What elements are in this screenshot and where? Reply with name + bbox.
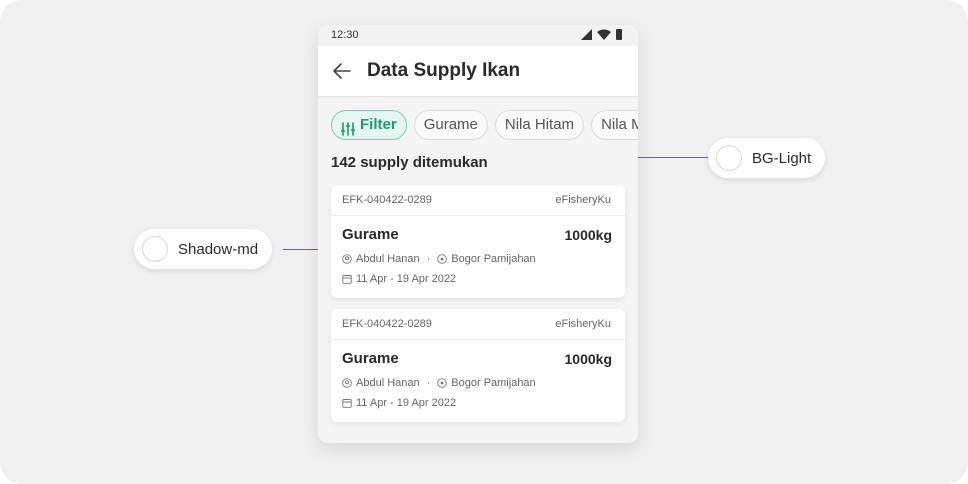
chip-gurame[interactable]: Gurame [413, 110, 488, 140]
battery-icon [616, 29, 622, 40]
filter-chips: Filter Gurame Nila Hitam Nila M [331, 110, 638, 140]
wifi-icon [597, 29, 611, 40]
supply-card[interactable]: EFK-040422-0289 eFisheryKu Gurame 1000kg… [331, 185, 625, 298]
card-header: EFK-040422-0289 eFisheryKu [331, 309, 625, 340]
back-arrow-icon[interactable] [332, 62, 352, 80]
phone-screen: 12:30 Data Supply Ikan Filter Gurame Nil… [318, 25, 638, 443]
fish-weight: 1000kg [564, 227, 612, 243]
location: Bogor Pamijahan [451, 377, 536, 389]
calendar-icon [342, 274, 352, 284]
status-time: 12:30 [331, 29, 359, 41]
farmer-name: Abdul Hanan [356, 253, 420, 265]
annotation-shadow-md: Shadow-md [134, 229, 273, 269]
fish-weight: 1000kg [564, 351, 612, 367]
chip-label: Nila M [601, 116, 638, 133]
chip-nila-hitam[interactable]: Nila Hitam [494, 110, 585, 140]
location-pin-icon [437, 254, 448, 264]
swatch-circle [142, 236, 168, 262]
annotation-label: BG-Light [752, 149, 812, 167]
supply-source: eFisheryKu [555, 318, 611, 330]
fish-name: Gurame [342, 226, 399, 243]
separator-dot: · [426, 377, 431, 389]
filter-sliders-icon [340, 118, 356, 136]
supply-card[interactable]: EFK-040422-0289 eFisheryKu Gurame 1000kg… [331, 309, 625, 422]
chip-label: Filter [360, 116, 397, 133]
farmer-name: Abdul Hanan [356, 377, 420, 389]
date-range: 11 Apr - 19 Apr 2022 [356, 397, 457, 409]
status-bar: 12:30 [318, 25, 638, 46]
annotation-bg-light: BG-Light [708, 138, 826, 178]
user-icon [342, 254, 352, 264]
chip-label: Gurame [423, 116, 478, 133]
filter-chip[interactable]: Filter [331, 110, 407, 140]
location-pin-icon [437, 378, 448, 388]
card-date: 11 Apr - 19 Apr 2022 [342, 273, 456, 285]
app-bar: Data Supply Ikan [318, 46, 638, 97]
date-range: 11 Apr - 19 Apr 2022 [356, 273, 457, 285]
supply-id: EFK-040422-0289 [342, 318, 432, 330]
canvas: Shadow-md BG-Light 12:30 Data Supply Ika… [0, 0, 968, 484]
page-title: Data Supply Ikan [367, 60, 521, 81]
annotation-connector [627, 157, 708, 158]
swatch-circle [716, 145, 742, 171]
supply-id: EFK-040422-0289 [342, 194, 432, 206]
user-icon [342, 378, 352, 388]
card-meta: Abdul Hanan · Bogor Pamijahan [342, 253, 536, 265]
card-header: EFK-040422-0289 eFisheryKu [331, 185, 625, 216]
location: Bogor Pamijahan [451, 253, 536, 265]
signal-icon [581, 29, 592, 40]
fish-name: Gurame [342, 350, 399, 367]
supply-source: eFisheryKu [555, 194, 611, 206]
chip-nila-m[interactable]: Nila M [591, 110, 638, 140]
chip-label: Nila Hitam [504, 116, 575, 133]
status-icons [581, 29, 622, 40]
separator-dot: · [426, 253, 431, 265]
annotation-label: Shadow-md [178, 240, 259, 258]
card-meta: Abdul Hanan · Bogor Pamijahan [342, 377, 536, 389]
card-date: 11 Apr - 19 Apr 2022 [342, 397, 456, 409]
calendar-icon [342, 398, 352, 408]
result-count: 142 supply ditemukan [331, 154, 488, 171]
